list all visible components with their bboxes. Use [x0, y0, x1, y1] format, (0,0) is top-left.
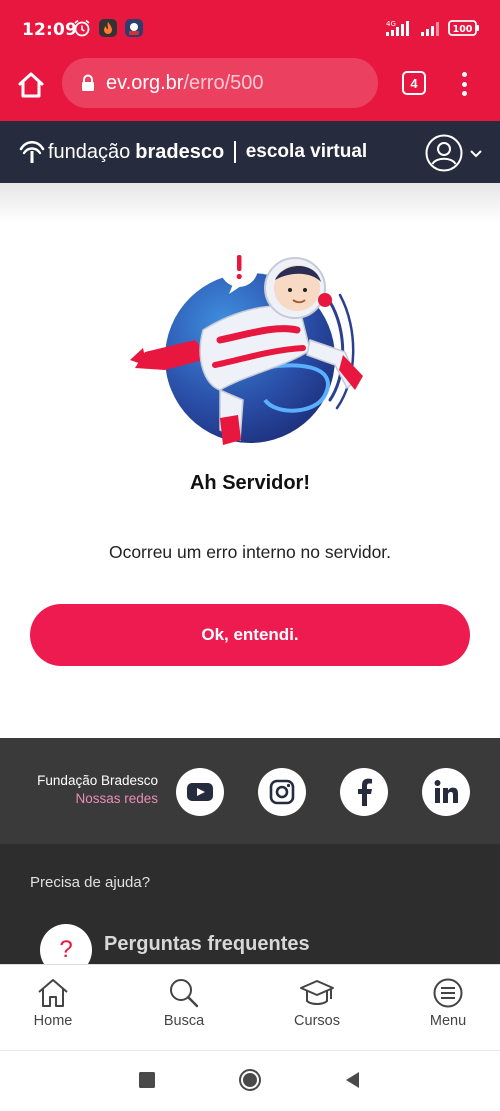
youtube-link[interactable] [176, 768, 224, 816]
chevron-down-icon [470, 150, 482, 158]
facebook-link[interactable] [340, 768, 388, 816]
browser-home-icon[interactable] [16, 70, 46, 100]
nav-courses[interactable]: Cursos [267, 977, 367, 1029]
status-bar: 12:09 4G 100 [0, 0, 500, 58]
android-home-icon[interactable] [238, 1068, 262, 1092]
instagram-icon [269, 779, 295, 805]
error-title: Ah Servidor! [189, 472, 311, 494]
fundacao-bradesco-logo[interactable]: fundação bradesco escola virtual [18, 135, 367, 169]
brand-secondary: escola virtual [245, 141, 368, 162]
user-avatar-icon [425, 134, 463, 172]
tab-switcher-button[interactable]: 4 [402, 71, 426, 95]
error-message: Ocorreu um erro interno no servidor. [108, 542, 392, 562]
nav-menu[interactable]: Menu [398, 977, 498, 1029]
brand-bold: bradesco [135, 140, 225, 163]
url-text: ev.org.br/erro/500 [106, 72, 264, 95]
browser-menu-icon[interactable] [452, 70, 476, 98]
home-icon [38, 979, 68, 1007]
battery-level: 100 [453, 24, 473, 35]
network-type: 4G [386, 20, 396, 28]
bradesco-tree-icon [19, 140, 45, 163]
alarm-icon [74, 19, 90, 37]
browser-toolbar: ev.org.br/erro/500 4 [0, 58, 500, 118]
nav-home[interactable]: Home [3, 977, 103, 1029]
status-time: 12:09 [22, 20, 78, 40]
footer-brand-name: Fundação Bradesco [37, 773, 158, 788]
linkedin-link[interactable] [422, 768, 470, 816]
footer-brand: Fundação Bradesco Nossas redes [30, 773, 158, 806]
nav-search-label: Busca [163, 1013, 205, 1029]
user-account-button[interactable] [424, 133, 488, 173]
nav-home-label: Home [33, 1013, 73, 1029]
faq-label: Perguntas frequentes [104, 932, 310, 955]
faq-link[interactable]: ? Perguntas frequentes [40, 924, 310, 964]
graduation-cap-icon [300, 980, 334, 1005]
site-header: fundação bradesco escola virtual [0, 118, 500, 183]
signal-4g-icon: 4G [386, 20, 409, 36]
instagram-link[interactable] [258, 768, 306, 816]
url-path: /erro/500 [183, 71, 264, 94]
battery-icon: 100 [448, 20, 479, 36]
social-label: Nossas redes [75, 791, 158, 806]
astronaut-illustration [130, 249, 363, 445]
back-icon[interactable] [344, 1071, 362, 1089]
signal-icon [421, 22, 439, 36]
lock-icon [82, 74, 94, 91]
app-notification-icon-2 [125, 19, 143, 37]
address-bar[interactable]: ev.org.br/erro/500 [62, 58, 378, 108]
android-navigation-bar [0, 1050, 500, 1111]
social-links [176, 768, 470, 816]
nav-search[interactable]: Busca [134, 977, 234, 1029]
ok-button[interactable]: Ok, entendi. [30, 604, 470, 666]
brand-primary: fundação [48, 140, 131, 163]
nav-menu-label: Menu [429, 1013, 467, 1029]
nav-courses-label: Cursos [294, 1013, 340, 1029]
system-icons: 4G 100 [384, 18, 480, 38]
menu-icon [433, 978, 463, 1008]
youtube-icon [187, 783, 213, 801]
linkedin-icon [434, 780, 458, 803]
footer-social: Fundação Bradesco Nossas redes [0, 738, 500, 844]
question-icon: ? [40, 924, 92, 964]
header-shadow [0, 183, 500, 223]
search-icon [170, 979, 199, 1008]
help-section: Precisa de ajuda? ? Perguntas frequentes [0, 844, 500, 964]
facebook-icon [358, 778, 372, 806]
app-notification-icon [99, 19, 117, 37]
bottom-navigation: Home Busca Cursos Menu [0, 964, 500, 1050]
notification-icons [72, 18, 144, 38]
help-label: Precisa de ajuda? [30, 874, 151, 891]
logo-divider [234, 141, 236, 163]
url-domain: ev.org.br [106, 71, 184, 94]
recent-apps-icon[interactable] [138, 1071, 156, 1089]
